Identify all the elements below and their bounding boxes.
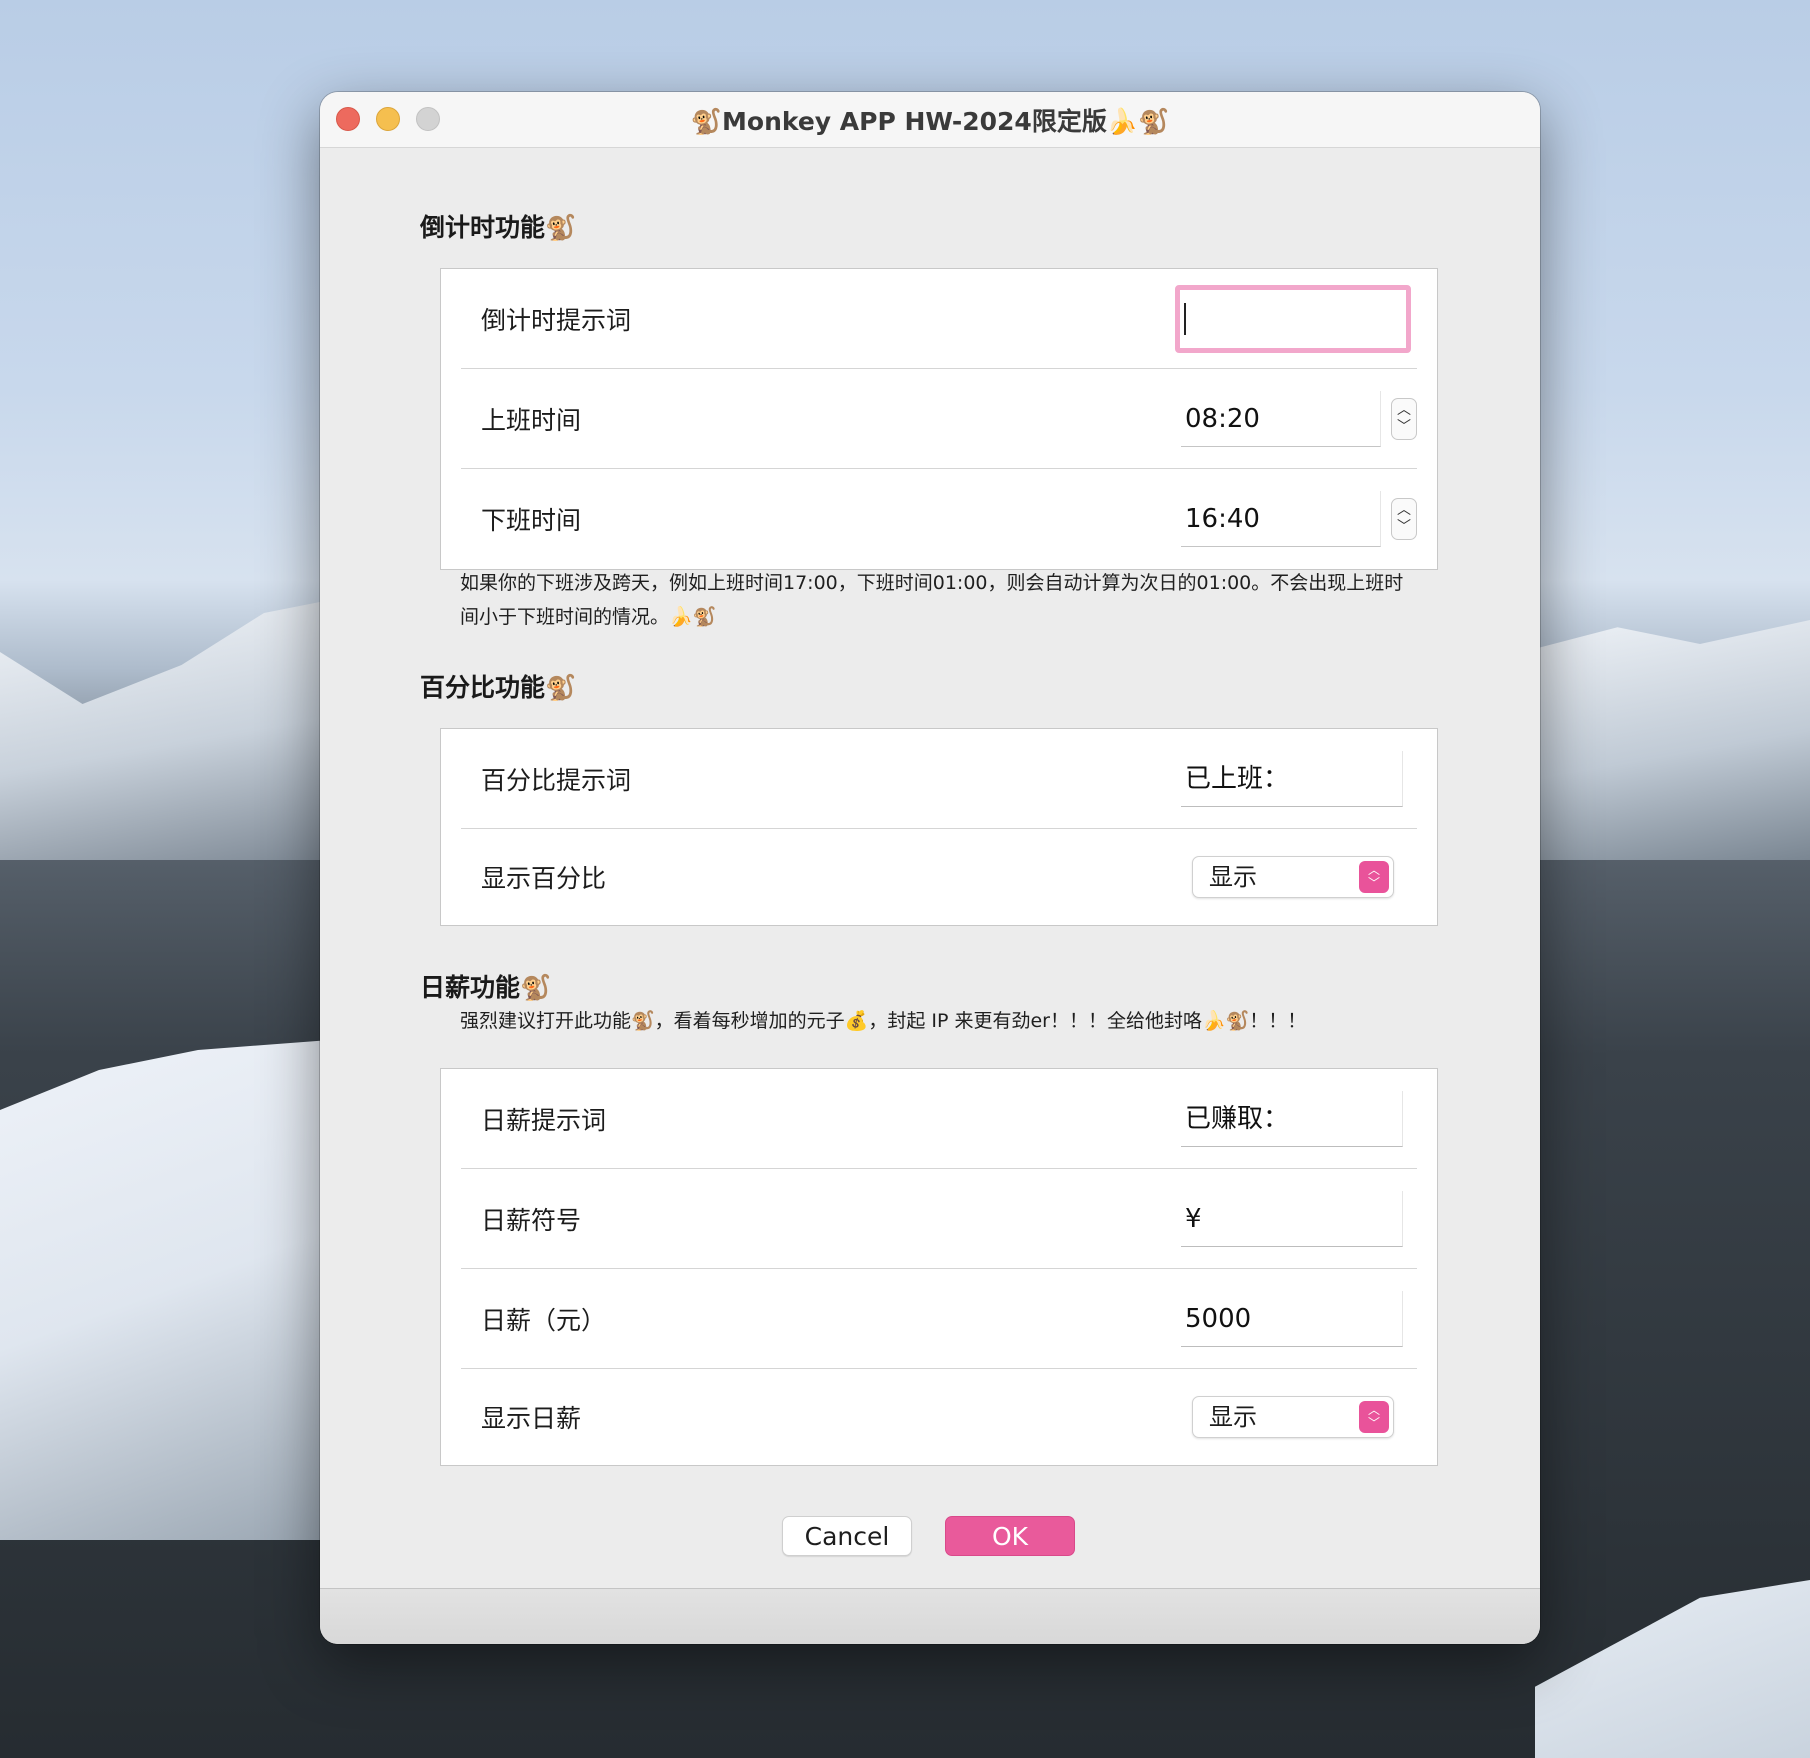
salary-show-label: 显示日薪: [481, 1404, 582, 1433]
countdown-note-line-2: 间小于下班时间的情况。🍌🐒: [460, 606, 717, 628]
percent-panel: 百分比提示词 已上班： 显示百分比 显示 ︿ ﹀: [440, 728, 1438, 926]
background-snow-slope-right: [1535, 1580, 1810, 1758]
close-button[interactable]: [336, 107, 360, 131]
percent-prompt-label: 百分比提示词: [481, 765, 632, 795]
chevron-up-icon[interactable]: ︿: [1397, 402, 1411, 419]
start-time-input[interactable]: 08:20: [1181, 390, 1381, 447]
salary-show-row: 显示日薪 显示 ︿ ﹀: [461, 1369, 1417, 1465]
preferences-window: 🐒Monkey APP HW-2024限定版🍌🐒 倒计时功能🐒 倒计时提示词 上…: [320, 92, 1540, 1644]
countdown-note: 如果你的下班涉及跨天，例如上班时间17:00，下班时间01:00，则会自动计算为…: [460, 566, 1403, 634]
percent-show-popup[interactable]: 显示 ︿ ﹀: [1192, 856, 1394, 898]
countdown-prompt-input[interactable]: [1175, 284, 1411, 353]
salary-prompt-input[interactable]: 已赚取：: [1181, 1090, 1403, 1147]
salary-panel: 日薪提示词 已赚取： 日薪符号 ¥ 日薪（元） 5000 显示日薪 显示 ︿ ﹀: [440, 1068, 1438, 1466]
window-title: 🐒Monkey APP HW-2024限定版🍌🐒: [690, 106, 1170, 136]
end-time-label: 下班时间: [481, 506, 582, 535]
salary-prompt-label: 日薪提示词: [481, 1105, 607, 1135]
percent-heading: 百分比功能🐒: [420, 673, 577, 702]
background-snow-slope-left: [0, 1040, 330, 1540]
salary-symbol-label: 日薪符号: [481, 1205, 582, 1235]
percent-prompt-row: 百分比提示词 已上班：: [461, 729, 1417, 829]
end-time-input[interactable]: 16:40: [1181, 491, 1381, 547]
salary-amount-input[interactable]: 5000: [1181, 1290, 1403, 1347]
salary-note: 强烈建议打开此功能🐒，看着每秒增加的元子💰，封起 IP 来更有劲er！！！全给他…: [460, 1010, 1307, 1032]
salary-heading: 日薪功能🐒: [420, 973, 552, 1002]
salary-amount-label: 日薪（元）: [481, 1305, 607, 1335]
text-caret: [1184, 303, 1186, 335]
countdown-note-line-1: 如果你的下班涉及跨天，例如上班时间17:00，下班时间01:00，则会自动计算为…: [460, 572, 1404, 594]
salary-show-value: 显示: [1209, 1403, 1257, 1431]
window-footer-bar: [320, 1588, 1540, 1644]
countdown-prompt-row: 倒计时提示词: [461, 269, 1417, 369]
salary-symbol-input[interactable]: ¥: [1181, 1190, 1403, 1247]
start-time-label: 上班时间: [481, 405, 582, 435]
salary-show-popup[interactable]: 显示 ︿ ﹀: [1192, 1396, 1394, 1438]
percent-show-row: 显示百分比 显示 ︿ ﹀: [461, 829, 1417, 925]
chevron-up-down-icon: ︿ ﹀: [1359, 861, 1389, 893]
salary-amount-row: 日薪（元） 5000: [461, 1269, 1417, 1369]
start-time-row: 上班时间 08:20 ︿ ﹀: [461, 369, 1417, 469]
traffic-lights: [336, 107, 440, 131]
countdown-heading: 倒计时功能🐒: [420, 213, 577, 242]
end-time-stepper[interactable]: ︿ ﹀: [1391, 498, 1417, 540]
countdown-panel: 倒计时提示词 上班时间 08:20 ︿ ﹀ 下班时间 16:40 ︿ ﹀: [440, 268, 1438, 570]
countdown-prompt-label: 倒计时提示词: [481, 305, 632, 335]
minimize-button[interactable]: [376, 107, 400, 131]
end-time-row: 下班时间 16:40 ︿ ﹀: [461, 469, 1417, 569]
percent-prompt-input[interactable]: 已上班：: [1181, 750, 1403, 807]
chevron-down-icon[interactable]: ﹀: [1397, 419, 1411, 436]
chevron-up-icon[interactable]: ︿: [1397, 502, 1411, 519]
title-bar: 🐒Monkey APP HW-2024限定版🍌🐒: [320, 92, 1540, 148]
background-mountain-left: [0, 600, 330, 860]
cancel-button[interactable]: Cancel: [782, 1516, 912, 1556]
zoom-button[interactable]: [416, 107, 440, 131]
chevron-up-down-icon: ︿ ﹀: [1359, 1401, 1389, 1433]
salary-prompt-row: 日薪提示词 已赚取：: [461, 1069, 1417, 1169]
percent-show-label: 显示百分比: [481, 864, 607, 893]
salary-symbol-row: 日薪符号 ¥: [461, 1169, 1417, 1269]
percent-show-value: 显示: [1209, 863, 1257, 891]
ok-button[interactable]: OK: [945, 1516, 1075, 1556]
start-time-stepper[interactable]: ︿ ﹀: [1391, 397, 1417, 440]
background-mountain-right: [1535, 620, 1810, 860]
chevron-down-icon[interactable]: ﹀: [1397, 519, 1411, 536]
